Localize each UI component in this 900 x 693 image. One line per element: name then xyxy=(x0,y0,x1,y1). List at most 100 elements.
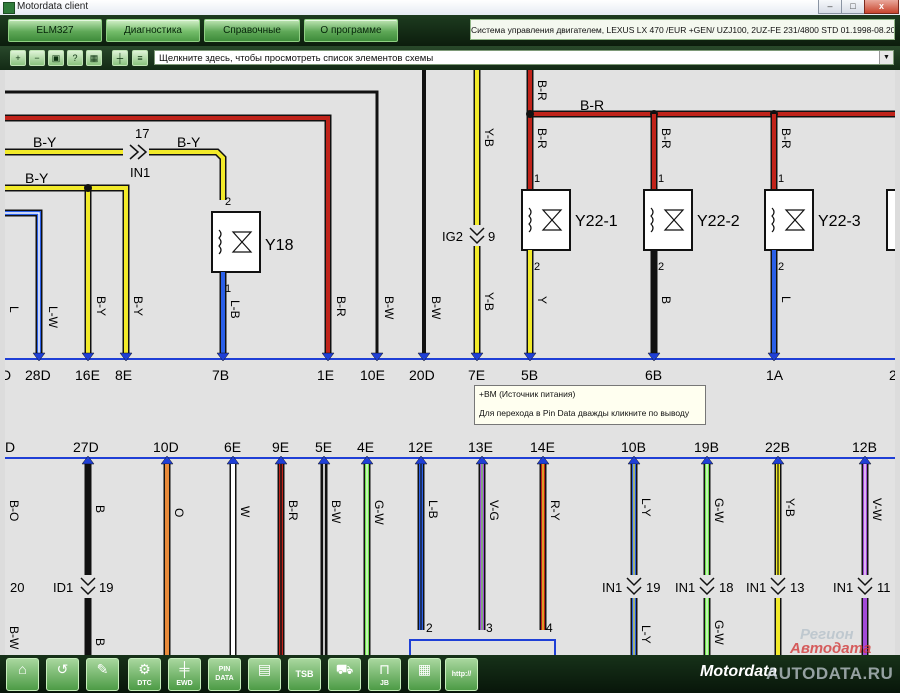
jb-icon[interactable]: ⊓ JB xyxy=(368,658,401,691)
connector-y22-2[interactable] xyxy=(643,189,693,251)
wire-label: B-Y xyxy=(131,296,145,316)
vehicle-icon[interactable]: ⛟ xyxy=(328,658,361,691)
watermark-text: AUTODATA.RU xyxy=(766,664,894,683)
wire-label: B xyxy=(93,505,107,513)
wire-label: B-R xyxy=(334,296,348,317)
tooltip-title: +BM (Источник питания) xyxy=(479,389,576,399)
grid-icon[interactable]: ▦ xyxy=(86,50,102,66)
svg-text:28D: 28D xyxy=(25,367,51,383)
zoom-out-icon[interactable]: − xyxy=(29,50,45,66)
pin-data-icon[interactable]: PIN DATA xyxy=(208,658,241,691)
svg-text:22B: 22B xyxy=(765,439,790,455)
svg-text:7E: 7E xyxy=(468,367,485,383)
wire-label: IG2 xyxy=(442,229,463,244)
split-icon[interactable]: ┼ xyxy=(112,50,128,66)
wire-label: 17 xyxy=(135,126,149,141)
svg-text:2: 2 xyxy=(778,261,784,273)
wire-label: G-W xyxy=(372,500,386,525)
svg-text:4: 4 xyxy=(546,621,553,635)
wire-label: IN1 xyxy=(746,580,766,595)
wire-label: B xyxy=(93,638,107,646)
wire-label: B-R xyxy=(580,97,604,113)
home-icon[interactable]: ⌂ xyxy=(6,658,39,691)
watermark-text: Автодата xyxy=(790,640,872,657)
svg-text:D: D xyxy=(5,367,11,383)
wire-label: B-W xyxy=(329,500,343,524)
svg-text:7B: 7B xyxy=(212,367,229,383)
notes-icon[interactable]: ✎ xyxy=(86,658,119,691)
svg-text:2: 2 xyxy=(225,196,231,208)
tsb-icon[interactable]: TSB xyxy=(288,658,321,691)
fit-icon[interactable]: ▣ xyxy=(48,50,64,66)
window-title: Motordata client xyxy=(17,1,89,12)
wire-label: B-Y xyxy=(25,170,49,186)
calculator-icon[interactable]: ▦ xyxy=(408,658,441,691)
wire-label: V-G xyxy=(487,500,501,521)
svg-text:D: D xyxy=(5,439,15,455)
wire-label: B-R xyxy=(779,128,793,149)
pin-tooltip: +BM (Источник питания) Для перехода в Pi… xyxy=(474,385,706,425)
svg-text:1: 1 xyxy=(778,173,784,185)
ewd-icon[interactable]: ╪ EWD xyxy=(168,658,201,691)
connector-label: Y22-1 xyxy=(575,213,618,230)
element-list-select[interactable]: Щелкните здесь, чтобы просмотреть список… xyxy=(154,50,894,65)
wire-label: 20 xyxy=(10,580,24,595)
wire-label: 18 xyxy=(719,580,733,595)
wire-label: B xyxy=(659,296,673,304)
svg-text:19B: 19B xyxy=(694,439,719,455)
svg-text:6B: 6B xyxy=(645,367,662,383)
connector-y22-1[interactable] xyxy=(521,189,571,251)
svg-text:5E: 5E xyxy=(315,439,332,455)
svg-text:4E: 4E xyxy=(357,439,374,455)
back-icon[interactable]: ↺ xyxy=(46,658,79,691)
wire-label: G-W xyxy=(712,620,726,645)
wire-label: L-B xyxy=(426,500,440,519)
wire-label: B-R xyxy=(286,500,300,521)
wire-label: B-W xyxy=(7,626,21,650)
svg-text:1E: 1E xyxy=(317,367,334,383)
wire-label: L xyxy=(779,296,793,303)
menu-about[interactable]: О программе xyxy=(304,19,398,42)
diagram-toolbar: + − ▣ ? ▦ ┼ ≡ Щелкните здесь, чтобы прос… xyxy=(0,46,900,70)
menu-elm327[interactable]: ELM327 xyxy=(8,19,102,42)
web-icon[interactable]: http:// xyxy=(445,658,478,691)
svg-text:12E: 12E xyxy=(408,439,433,455)
svg-text:2: 2 xyxy=(426,621,433,635)
wire-label: B-W xyxy=(382,296,396,320)
title-bar: Motordata client – □ x xyxy=(0,0,900,16)
svg-text:27D: 27D xyxy=(73,439,99,455)
svg-text:9E: 9E xyxy=(272,439,289,455)
wire-label: IN1 xyxy=(675,580,695,595)
connector-y22-3[interactable] xyxy=(764,189,814,251)
wire-label: L-W xyxy=(46,306,60,329)
connector-label: Y22-3 xyxy=(818,213,861,230)
wire-label: B-R xyxy=(535,128,549,149)
svg-text:3: 3 xyxy=(486,621,493,635)
svg-text:10E: 10E xyxy=(360,367,385,383)
components-icon[interactable]: ▤ xyxy=(248,658,281,691)
menu-diagnostics[interactable]: Диагностика xyxy=(106,19,200,42)
list-icon[interactable]: ≡ xyxy=(132,50,148,66)
wire-label: B-O xyxy=(7,500,21,521)
zoom-in-icon[interactable]: + xyxy=(10,50,26,66)
help-icon[interactable]: ? xyxy=(67,50,83,66)
app-icon xyxy=(3,2,15,14)
wire-label: Y-B xyxy=(783,498,797,517)
close-button[interactable]: x xyxy=(864,0,899,14)
chevron-down-icon[interactable]: ▼ xyxy=(879,51,893,64)
connector-label: Y18 xyxy=(265,237,294,254)
wire-label: L-B xyxy=(228,300,242,319)
connector-y18[interactable] xyxy=(211,211,261,273)
wire-label: O xyxy=(172,508,186,517)
wiring-diagram[interactable]: 17 IN1 B-Y B-Y B-Y L-W L B-Y B-Y Y18 2 1… xyxy=(5,70,895,655)
maximize-button[interactable]: □ xyxy=(841,0,865,14)
wire-label: IN1 xyxy=(833,580,853,595)
svg-text:5B: 5B xyxy=(521,367,538,383)
menu-reference-data[interactable]: Справочные данные xyxy=(204,19,300,57)
main-menu-bar: ELM327 Диагностика Справочные данные О п… xyxy=(0,15,900,57)
dtc-icon[interactable]: ⚙ DTC xyxy=(128,658,161,691)
minimize-button[interactable]: – xyxy=(818,0,842,14)
wire-label: B-Y xyxy=(177,134,201,150)
svg-text:12B: 12B xyxy=(852,439,877,455)
wire-label: IN1 xyxy=(130,165,150,180)
